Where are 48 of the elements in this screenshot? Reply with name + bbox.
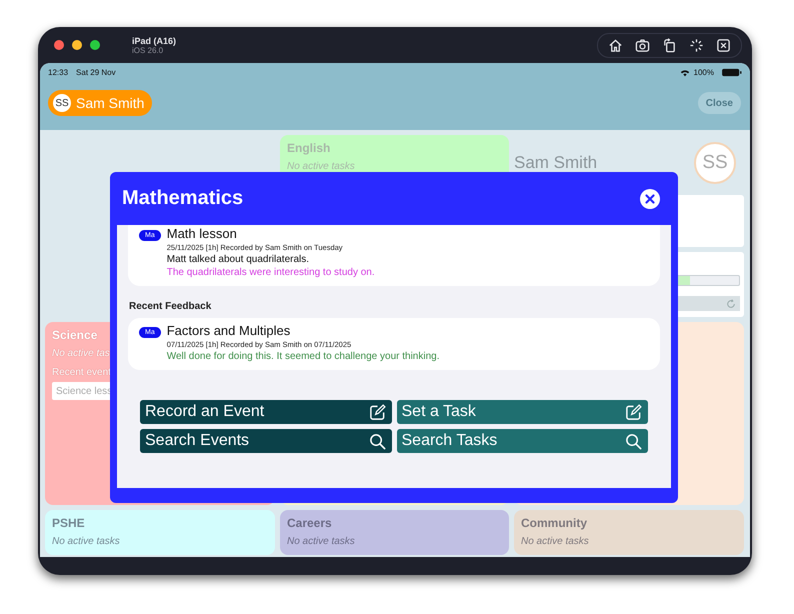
user-name: Sam Smith	[76, 95, 144, 111]
card-title: English	[287, 141, 330, 155]
rotate-icon[interactable]	[662, 38, 677, 52]
profile-name: Sam Smith	[514, 152, 598, 172]
home-icon[interactable]	[608, 38, 623, 52]
device-name: iPad (A16)	[132, 36, 176, 46]
card-status: No active tasks	[521, 536, 589, 547]
dialog-title: Mathematics	[122, 187, 244, 210]
camera-icon[interactable]	[635, 38, 650, 52]
search-icon	[625, 432, 642, 450]
user-button[interactable]: SS Sam Smith	[48, 90, 152, 116]
close-button[interactable]	[640, 188, 660, 208]
avatar-initials: SS	[53, 94, 71, 112]
profile-avatar: SS	[694, 142, 736, 184]
os-version: iOS 26.0	[132, 46, 164, 54]
section-heading: Recent Feedback	[129, 301, 212, 312]
status-date: Sat 29 Nov	[76, 68, 116, 77]
card-title: Community	[521, 516, 587, 530]
card-status: No active tasks	[52, 536, 120, 547]
event-description: Matt talked about quadrilaterals.	[166, 254, 310, 265]
action-button[interactable]: Record an Event	[140, 400, 392, 424]
card-title: Science	[52, 328, 98, 342]
status-time: 12:33	[48, 68, 68, 77]
edit-icon	[625, 404, 642, 420]
feedback-comment: Well done for doing this. It seemed to challenge your thinking.	[166, 351, 440, 362]
event-comment: The quadrilaterals were interesting to study on.	[166, 267, 375, 278]
battery-icon	[722, 68, 742, 77]
search-icon	[368, 432, 386, 450]
event-title: Math lesson	[166, 226, 238, 241]
action-button[interactable]: Set a Task	[396, 400, 648, 424]
battery-percent: 100%	[694, 68, 714, 77]
card-title: PSHE	[52, 516, 85, 530]
close-window-icon[interactable]	[54, 40, 64, 50]
zoom-window-icon[interactable]	[90, 40, 100, 50]
card-status: No active tasks	[287, 536, 355, 547]
recent-events-label: Recent event	[52, 367, 111, 378]
card-status: No active tas	[52, 348, 110, 359]
action-button[interactable]: Search Events	[140, 429, 392, 453]
card-status: No active tasks	[287, 161, 355, 172]
minimize-window-icon[interactable]	[72, 40, 82, 50]
screenshot-icon[interactable]	[716, 38, 731, 52]
feedback-title: Factors and Multiples	[166, 323, 292, 338]
edit-icon	[368, 404, 386, 420]
wifi-icon	[680, 68, 690, 76]
subject-card[interactable]: Community No active tasks	[514, 510, 744, 555]
subject-card[interactable]: PSHE No active tasks	[45, 510, 275, 555]
card-title: Careers	[287, 516, 332, 530]
action-button[interactable]: Search Tasks	[396, 429, 648, 453]
